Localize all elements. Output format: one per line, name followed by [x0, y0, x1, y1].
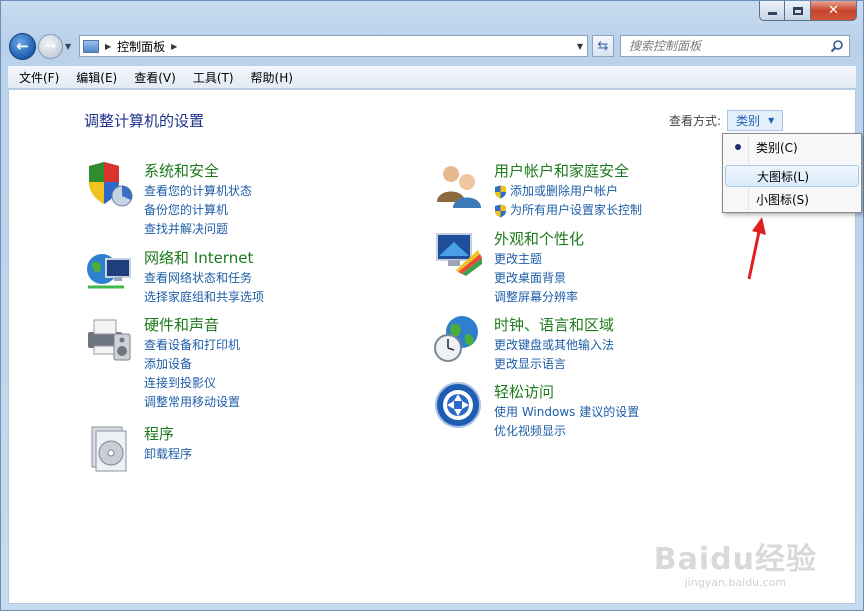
link-connect-projector[interactable]: 连接到投影仪	[144, 374, 240, 393]
maximize-icon	[792, 6, 803, 15]
menu-tools[interactable]: 工具(T)	[182, 69, 240, 86]
search-icon[interactable]	[830, 39, 844, 53]
link-mobility-settings[interactable]: 调整常用移动设置	[144, 393, 240, 412]
close-button[interactable]: ✕	[811, 1, 857, 21]
main-content: 调整计算机的设置 查看方式: 类别 ▼ 系统和安全 查看您的计算机状态 备份您的…	[8, 90, 862, 604]
link-uninstall-program[interactable]: 卸载程序	[144, 445, 192, 464]
network-globe-icon[interactable]	[84, 247, 134, 297]
menu-view[interactable]: 查看(V)	[123, 69, 182, 86]
monitor-palette-icon[interactable]	[434, 228, 484, 278]
link-network-status[interactable]: 查看网络状态和任务	[144, 269, 264, 288]
refresh-button[interactable]: ⇆	[592, 35, 614, 57]
back-button[interactable]: ←	[9, 32, 36, 60]
category-title[interactable]: 硬件和声音	[144, 314, 219, 335]
link-display-language[interactable]: 更改显示语言	[494, 355, 614, 374]
link-add-device[interactable]: 添加设备	[144, 355, 240, 374]
forward-button[interactable]: →	[38, 33, 63, 59]
link-optimize-display[interactable]: 优化视频显示	[494, 422, 639, 441]
control-panel-icon	[83, 39, 99, 53]
view-option-small-icons[interactable]: 小图标(S)	[725, 188, 859, 210]
view-by-label: 查看方式:	[669, 114, 722, 128]
link-label: 添加或删除用户帐户	[510, 184, 619, 198]
users-icon[interactable]	[434, 160, 484, 210]
menu-edit[interactable]: 编辑(E)	[65, 69, 123, 86]
forward-arrow-icon: →	[44, 38, 57, 54]
recent-pages-dropdown[interactable]: ▼	[65, 42, 75, 51]
security-shield-icon[interactable]	[84, 160, 134, 210]
category-title[interactable]: 用户帐户和家庭安全	[494, 160, 629, 181]
search-box[interactable]	[620, 35, 850, 57]
category-title[interactable]: 时钟、语言和区域	[494, 314, 614, 335]
menu-help[interactable]: 帮助(H)	[240, 69, 299, 86]
link-recommended-settings[interactable]: 使用 Windows 建议的设置	[494, 403, 639, 422]
back-arrow-icon: ←	[16, 37, 29, 55]
link-devices-printers[interactable]: 查看设备和打印机	[144, 336, 240, 355]
uac-shield-icon	[495, 204, 506, 218]
category-title[interactable]: 程序	[144, 423, 174, 444]
annotation-arrow-icon	[747, 217, 766, 280]
view-by-menu: 类别(C) 大图标(L) 小图标(S)	[722, 133, 862, 213]
link-change-theme[interactable]: 更改主题	[494, 250, 578, 269]
control-panel-window: ✕ ← → ▼ ▶ 控制面板 ▶ ▼ ⇆ 搜索控制面板 文件(F) 编辑(E) …	[0, 0, 864, 611]
chevron-down-icon: ▼	[65, 41, 72, 51]
maximize-button[interactable]	[785, 1, 811, 21]
close-icon: ✕	[828, 3, 839, 18]
link-troubleshoot[interactable]: 查找并解决问题	[144, 220, 252, 239]
globe-clock-icon[interactable]	[434, 314, 484, 364]
link-homegroup-sharing[interactable]: 选择家庭组和共享选项	[144, 288, 264, 307]
view-by-value: 类别	[736, 114, 761, 128]
category-title[interactable]: 轻松访问	[494, 381, 554, 402]
view-option-label: 大图标(L)	[757, 169, 810, 184]
address-history-dropdown[interactable]: ▼	[577, 42, 583, 51]
uac-shield-icon	[495, 185, 506, 199]
link-add-remove-accounts[interactable]: 添加或删除用户帐户	[494, 182, 642, 201]
category-title[interactable]: 外观和个性化	[494, 228, 584, 249]
address-bar[interactable]: ▶ 控制面板 ▶ ▼	[79, 35, 588, 57]
minimize-icon	[767, 11, 777, 15]
breadcrumb-arrow-icon[interactable]: ▶	[171, 42, 177, 51]
breadcrumb-arrow-icon[interactable]: ▶	[105, 42, 111, 51]
programs-disc-icon[interactable]	[84, 423, 134, 473]
search-input[interactable]	[629, 39, 829, 53]
link-screen-resolution[interactable]: 调整屏幕分辨率	[494, 288, 578, 307]
link-keyboard-input[interactable]: 更改键盘或其他输入法	[494, 336, 614, 355]
page-title: 调整计算机的设置	[84, 112, 205, 130]
view-by: 查看方式: 类别 ▼	[669, 110, 784, 131]
chevron-down-icon: ▼	[768, 116, 775, 125]
link-desktop-background[interactable]: 更改桌面背景	[494, 269, 578, 288]
printer-speaker-icon[interactable]	[84, 314, 134, 364]
view-by-dropdown[interactable]: 类别 ▼	[727, 110, 784, 131]
view-option-label: 小图标(S)	[756, 192, 809, 207]
menu-file[interactable]: 文件(F)	[8, 69, 65, 86]
refresh-icon: ⇆	[597, 38, 609, 54]
view-option-large-icons[interactable]: 大图标(L)	[725, 165, 859, 187]
ease-of-access-icon[interactable]	[434, 381, 484, 431]
link-view-computer-status[interactable]: 查看您的计算机状态	[144, 182, 252, 201]
link-parental-controls[interactable]: 为所有用户设置家长控制	[494, 201, 642, 220]
navigation-bar: ← → ▼ ▶ 控制面板 ▶ ▼ ⇆	[9, 31, 855, 61]
link-label: 为所有用户设置家长控制	[510, 203, 643, 217]
baidu-watermark: Baidu经验 jingyan.baidu.com	[654, 534, 817, 589]
caption-buttons: ✕	[759, 1, 857, 21]
view-option-category[interactable]: 类别(C)	[725, 136, 859, 158]
category-title[interactable]: 系统和安全	[144, 160, 219, 181]
watermark-logo: Baidu经验	[653, 542, 817, 577]
menu-bar: 文件(F) 编辑(E) 查看(V) 工具(T) 帮助(H)	[8, 66, 856, 89]
category-title[interactable]: 网络和 Internet	[144, 247, 253, 268]
view-option-label: 类别(C)	[756, 140, 798, 155]
radio-bullet-icon	[735, 144, 741, 150]
minimize-button[interactable]	[759, 1, 785, 21]
breadcrumb-control-panel[interactable]: 控制面板	[117, 38, 165, 55]
link-backup-computer[interactable]: 备份您的计算机	[144, 201, 252, 220]
